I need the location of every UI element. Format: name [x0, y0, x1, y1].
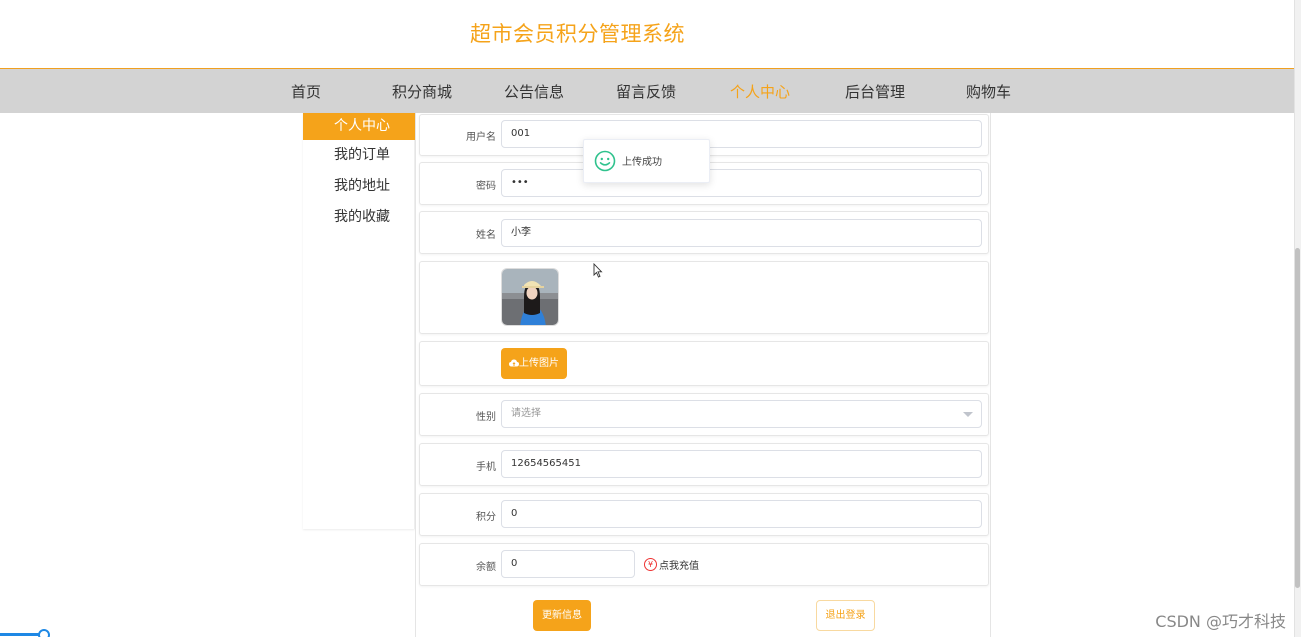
form-row-points: 积分 0	[419, 493, 989, 536]
site-title: 超市会员积分管理系统	[470, 22, 685, 46]
form-row-gender: 性别 请选择	[419, 393, 989, 436]
name-label: 姓名	[476, 230, 496, 241]
username-label: 用户名	[466, 132, 496, 143]
username-input[interactable]: 001	[501, 120, 982, 148]
nav-item-profile[interactable]: 个人中心	[730, 81, 790, 102]
nav-item-cart[interactable]: 购物车	[966, 81, 1011, 102]
balance-label: 余额	[476, 562, 496, 573]
chevron-down-icon	[963, 412, 973, 417]
recharge-label: 点我充值	[659, 561, 699, 572]
yen-icon: ¥	[644, 558, 657, 571]
vertical-scrollbar[interactable]	[1294, 0, 1301, 637]
side-item-favorites[interactable]: 我的收藏	[303, 204, 415, 231]
gender-select[interactable]: 请选择	[501, 400, 982, 428]
side-item-profile[interactable]: 个人中心	[303, 113, 415, 140]
avatar-photo	[502, 269, 558, 325]
upload-image-label: 上传图片	[519, 358, 559, 369]
update-info-button[interactable]: 更新信息	[533, 600, 591, 631]
scrollbar-thumb[interactable]	[1295, 248, 1300, 588]
logout-button[interactable]: 退出登录	[816, 600, 875, 631]
password-label: 密码	[476, 181, 496, 192]
side-item-addresses[interactable]: 我的地址	[303, 173, 415, 200]
gender-placeholder: 请选择	[511, 408, 541, 419]
avatar[interactable]	[501, 268, 559, 326]
page: 超市会员积分管理系统 首页 积分商城 公告信息 留言反馈 个人中心 后台管理 购…	[0, 0, 1301, 637]
gender-label: 性别	[476, 412, 496, 423]
cloud-upload-icon	[509, 359, 519, 367]
form-row-name: 姓名 小李	[419, 211, 989, 254]
side-menu: 个人中心 我的订单 我的地址 我的收藏	[303, 113, 415, 529]
form-row-avatar	[419, 261, 989, 334]
smile-icon	[594, 150, 616, 172]
side-item-orders[interactable]: 我的订单	[303, 142, 415, 169]
phone-label: 手机	[476, 462, 496, 473]
recharge-link[interactable]: ¥ 点我充值	[644, 557, 699, 572]
nav-item-admin[interactable]: 后台管理	[845, 81, 905, 102]
upload-image-button[interactable]: 上传图片	[501, 348, 567, 379]
slider-knob[interactable]	[38, 629, 50, 637]
nav-item-points-mall[interactable]: 积分商城	[392, 81, 452, 102]
watermark: CSDN @巧才科技	[1155, 612, 1286, 631]
points-label: 积分	[476, 512, 496, 523]
nav-item-home[interactable]: 首页	[291, 81, 321, 102]
nav-item-feedback[interactable]: 留言反馈	[616, 81, 676, 102]
toast-message: 上传成功	[622, 157, 662, 168]
nav-item-announcements[interactable]: 公告信息	[504, 81, 564, 102]
bottom-slider[interactable]	[0, 629, 50, 637]
name-input[interactable]: 小李	[501, 219, 982, 247]
balance-input[interactable]: 0	[501, 550, 635, 578]
form-row-upload: 上传图片	[419, 341, 989, 386]
profile-form: 用户名 001 密码 ••• 姓名 小李 上传图片 性别 请选择 手机 1265…	[415, 113, 991, 637]
phone-input[interactable]: 12654565451	[501, 450, 982, 478]
upload-success-toast: 上传成功	[583, 139, 710, 183]
form-row-phone: 手机 12654565451	[419, 443, 989, 486]
points-input[interactable]: 0	[501, 500, 982, 528]
mouse-cursor-icon	[593, 263, 603, 278]
top-navbar: 首页 积分商城 公告信息 留言反馈 个人中心 后台管理 购物车	[0, 68, 1294, 113]
form-row-balance: 余额 0 ¥ 点我充值	[419, 543, 989, 586]
password-input[interactable]: •••	[501, 169, 982, 197]
